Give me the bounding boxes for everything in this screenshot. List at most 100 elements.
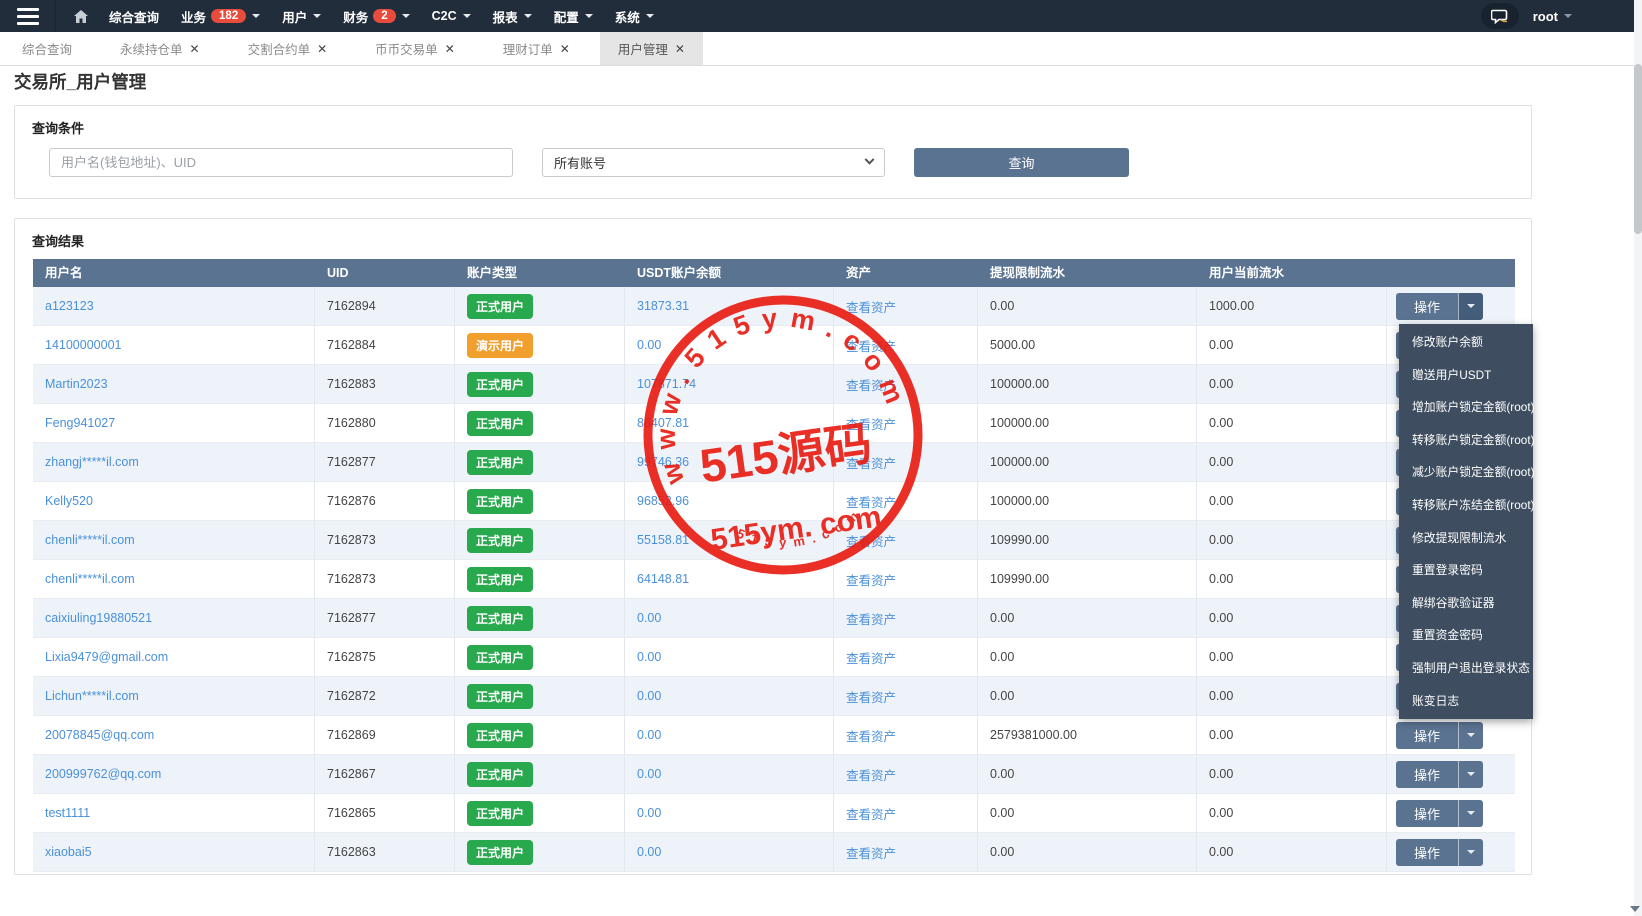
view-assets-link[interactable]: 查看资产 <box>846 726 896 745</box>
action-menu-item[interactable]: 账变日志 <box>1399 685 1533 718</box>
action-split-button[interactable]: 操作 <box>1396 800 1483 827</box>
username-link[interactable]: xiaobai5 <box>45 845 92 859</box>
action-menu-item[interactable]: 转移账户冻结金额(root) <box>1399 489 1533 522</box>
action-menu-item[interactable]: 修改账户余额 <box>1399 326 1533 359</box>
usdt-balance-link[interactable]: 0.00 <box>637 767 661 781</box>
action-split-button[interactable]: 操作 <box>1396 293 1483 320</box>
action-menu-item[interactable]: 转移账户锁定金额(root) <box>1399 424 1533 457</box>
user-menu[interactable]: root <box>1533 9 1572 24</box>
username-link[interactable]: Martin2023 <box>45 377 108 391</box>
nav-menu-item[interactable]: 系统 <box>604 0 665 32</box>
action-caret-button[interactable] <box>1458 800 1483 827</box>
usdt-balance-link[interactable]: 64148.81 <box>637 572 689 586</box>
action-caret-button[interactable] <box>1458 839 1483 866</box>
view-assets-link[interactable]: 查看资产 <box>846 375 896 394</box>
view-assets-link[interactable]: 查看资产 <box>846 297 896 316</box>
usdt-balance-link[interactable]: 31873.31 <box>637 299 689 313</box>
search-button[interactable]: 查询 <box>914 148 1129 177</box>
view-assets-link[interactable]: 查看资产 <box>846 336 896 355</box>
view-assets-link[interactable]: 查看资产 <box>846 648 896 667</box>
usdt-balance-link[interactable]: 86407.81 <box>637 416 689 430</box>
username-link[interactable]: Kelly520 <box>45 494 93 508</box>
username-link[interactable]: a123123 <box>45 299 94 313</box>
action-menu-item[interactable]: 重置登录密码 <box>1399 554 1533 587</box>
view-assets-link[interactable]: 查看资产 <box>846 531 896 550</box>
action-menu-item[interactable]: 增加账户锁定金额(root) <box>1399 391 1533 424</box>
tab-close-icon[interactable]: ✕ <box>445 43 455 55</box>
username-link[interactable]: 20078845@qq.com <box>45 728 154 742</box>
usdt-balance-link[interactable]: 0.00 <box>637 806 661 820</box>
nav-menu-item[interactable]: 配置 <box>543 0 604 32</box>
home-icon[interactable] <box>74 10 88 23</box>
view-assets-link[interactable]: 查看资产 <box>846 609 896 628</box>
usdt-balance-link[interactable]: 99746.36 <box>637 455 689 469</box>
action-menu-item[interactable]: 赠送用户USDT <box>1399 359 1533 392</box>
action-caret-button[interactable] <box>1458 722 1483 749</box>
vertical-scrollbar[interactable] <box>1634 0 1642 916</box>
view-assets-link[interactable]: 查看资产 <box>846 492 896 511</box>
tab-close-icon[interactable]: ✕ <box>675 43 685 55</box>
username-link[interactable]: caixiuling19880521 <box>45 611 152 625</box>
account-type-select[interactable]: 所有账号 <box>542 148 885 177</box>
usdt-balance-link[interactable]: 0.00 <box>637 845 661 859</box>
action-button[interactable]: 操作 <box>1396 761 1458 788</box>
scroll-down-arrow-icon[interactable] <box>1630 906 1640 912</box>
username-link[interactable]: Feng941027 <box>45 416 115 430</box>
view-assets-link[interactable]: 查看资产 <box>846 804 896 823</box>
action-menu-item[interactable]: 强制用户退出登录状态 <box>1399 652 1533 685</box>
action-caret-button[interactable] <box>1458 293 1483 320</box>
nav-menu-item[interactable]: 综合查询 <box>98 0 170 32</box>
username-link[interactable]: test1111 <box>45 806 90 820</box>
messages-button[interactable] <box>1481 3 1519 29</box>
usdt-balance-link[interactable]: 0.00 <box>637 689 661 703</box>
search-input[interactable] <box>49 148 513 177</box>
action-split-button[interactable]: 操作 <box>1396 839 1483 866</box>
usdt-balance-link[interactable]: 96852.96 <box>637 494 689 508</box>
username-link[interactable]: chenli*****il.com <box>45 572 135 586</box>
view-assets-link[interactable]: 查看资产 <box>846 453 896 472</box>
nav-menu-item[interactable]: C2C <box>421 0 482 32</box>
action-menu-item[interactable]: 修改提现限制流水 <box>1399 522 1533 555</box>
action-menu-item[interactable]: 减少账户锁定金额(root) <box>1399 456 1533 489</box>
action-split-button[interactable]: 操作 <box>1396 761 1483 788</box>
nav-menu-item[interactable]: 财务 2 <box>332 0 420 32</box>
nav-menu-item[interactable]: 报表 <box>482 0 543 32</box>
tab[interactable]: 交割合约单 ✕ <box>230 32 346 65</box>
action-menu-item[interactable]: 重置资金密码 <box>1399 619 1533 652</box>
action-button[interactable]: 操作 <box>1396 722 1458 749</box>
tab-close-icon[interactable]: ✕ <box>560 43 570 55</box>
username-link[interactable]: 200999762@qq.com <box>45 767 161 781</box>
usdt-balance-link[interactable]: 0.00 <box>637 650 661 664</box>
usdt-balance-link[interactable]: 55158.81 <box>637 533 689 547</box>
view-assets-link[interactable]: 查看资产 <box>846 765 896 784</box>
usdt-balance-link[interactable]: 0.00 <box>637 338 661 352</box>
action-caret-button[interactable] <box>1458 761 1483 788</box>
action-menu-item[interactable]: 解绑谷歌验证器 <box>1399 587 1533 620</box>
usdt-balance-link[interactable]: 0.00 <box>637 728 661 742</box>
username-link[interactable]: 14100000001 <box>45 338 121 352</box>
tab[interactable]: 综合查询 <box>4 32 90 65</box>
tab[interactable]: 理财订单 ✕ <box>485 32 588 65</box>
username-link[interactable]: chenli*****il.com <box>45 533 135 547</box>
username-link[interactable]: Lixia9479@gmail.com <box>45 650 168 664</box>
username-link[interactable]: zhangj*****il.com <box>45 455 139 469</box>
view-assets-link[interactable]: 查看资产 <box>846 414 896 433</box>
action-button[interactable]: 操作 <box>1396 839 1458 866</box>
usdt-balance-link[interactable]: 0.00 <box>637 611 661 625</box>
username-link[interactable]: Lichun*****il.com <box>45 689 139 703</box>
tab-close-icon[interactable]: ✕ <box>317 43 327 55</box>
action-button[interactable]: 操作 <box>1396 800 1458 827</box>
tab-close-icon[interactable]: ✕ <box>190 43 200 55</box>
nav-menu-item[interactable]: 用户 <box>271 0 332 32</box>
menu-toggle-button[interactable] <box>0 0 56 32</box>
view-assets-link[interactable]: 查看资产 <box>846 687 896 706</box>
nav-menu-item[interactable]: 业务 182 <box>170 0 271 32</box>
action-split-button[interactable]: 操作 <box>1396 722 1483 749</box>
view-assets-link[interactable]: 查看资产 <box>846 843 896 862</box>
view-assets-link[interactable]: 查看资产 <box>846 570 896 589</box>
tab[interactable]: 永续持仓单 ✕ <box>102 32 218 65</box>
usdt-balance-link[interactable]: 107871.74 <box>637 377 696 391</box>
tab[interactable]: 用户管理 ✕ <box>600 32 703 65</box>
tab[interactable]: 币币交易单 ✕ <box>357 32 473 65</box>
scrollbar-thumb[interactable] <box>1634 64 1642 234</box>
